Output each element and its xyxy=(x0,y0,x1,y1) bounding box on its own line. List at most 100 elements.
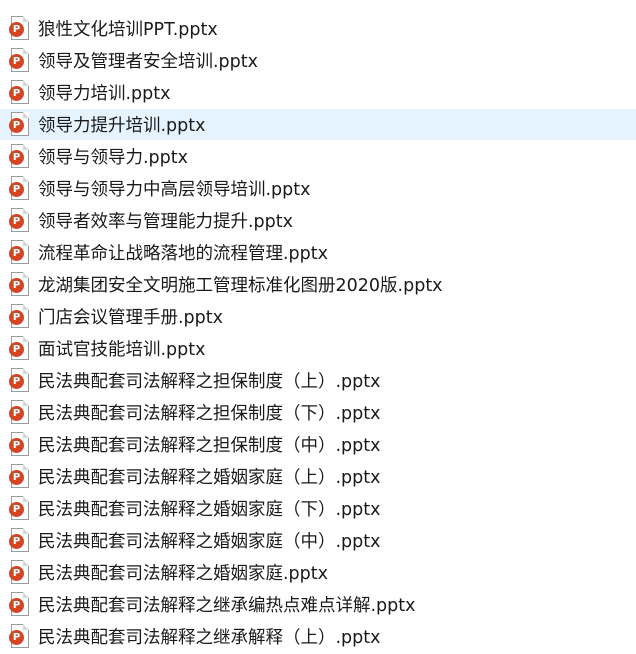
page-fold xyxy=(23,272,29,278)
file-row[interactable]: P 民法典配套司法解释之婚姻家庭（下）.pptx xyxy=(0,493,636,524)
file-row[interactable]: P 领导者效率与管理能力提升.pptx xyxy=(0,205,636,236)
page-fold xyxy=(23,16,29,22)
page-fold xyxy=(23,560,29,566)
powerpoint-file-icon: P xyxy=(9,400,30,425)
pptx-badge: P xyxy=(9,470,24,485)
file-row[interactable]: P 民法典配套司法解释之婚姻家庭（中）.pptx xyxy=(0,525,636,556)
pptx-badge: P xyxy=(9,406,24,421)
page-fold xyxy=(23,368,29,374)
pptx-badge: P xyxy=(9,214,24,229)
powerpoint-file-icon: P xyxy=(9,272,30,297)
powerpoint-file-icon: P xyxy=(9,304,30,329)
page-fold xyxy=(23,304,29,310)
powerpoint-file-icon: P xyxy=(9,48,30,73)
powerpoint-file-icon: P xyxy=(9,624,30,649)
file-row[interactable]: P 民法典配套司法解释之继承解释（上）.pptx xyxy=(0,621,636,652)
powerpoint-file-icon: P xyxy=(9,496,30,521)
pptx-badge: P xyxy=(9,374,24,389)
file-name: 领导者效率与管理能力提升.pptx xyxy=(38,212,293,232)
file-name: 民法典配套司法解释之继承编热点难点详解.pptx xyxy=(38,596,416,616)
file-name: 面试官技能培训.pptx xyxy=(38,340,206,360)
file-name: 民法典配套司法解释之担保制度（上）.pptx xyxy=(38,372,381,392)
pptx-badge: P xyxy=(9,342,24,357)
file-name: 领导力培训.pptx xyxy=(38,84,171,104)
page-fold xyxy=(23,112,29,118)
file-row[interactable]: P 领导与领导力中高层领导培训.pptx xyxy=(0,173,636,204)
powerpoint-file-icon: P xyxy=(9,176,30,201)
pptx-badge: P xyxy=(9,438,24,453)
file-row[interactable]: P 领导与领导力.pptx xyxy=(0,141,636,172)
powerpoint-file-icon: P xyxy=(9,432,30,457)
file-row[interactable]: P 领导及管理者安全培训.pptx xyxy=(0,45,636,76)
file-row[interactable]: P 门店会议管理手册.pptx xyxy=(0,301,636,332)
file-row[interactable]: P 面试官技能培训.pptx xyxy=(0,333,636,364)
page-fold xyxy=(23,240,29,246)
page-fold xyxy=(23,80,29,86)
page-fold xyxy=(23,336,29,342)
page-fold xyxy=(23,528,29,534)
powerpoint-file-icon: P xyxy=(9,144,30,169)
pptx-badge: P xyxy=(9,118,24,133)
file-name: 领导与领导力.pptx xyxy=(38,148,188,168)
powerpoint-file-icon: P xyxy=(9,368,30,393)
file-row[interactable]: P 民法典配套司法解释之担保制度（上）.pptx xyxy=(0,365,636,396)
pptx-badge: P xyxy=(9,86,24,101)
file-row[interactable]: P 流程革命让战略落地的流程管理.pptx xyxy=(0,237,636,268)
file-name: 狼性文化培训PPT.pptx xyxy=(38,20,218,40)
powerpoint-file-icon: P xyxy=(9,208,30,233)
file-row[interactable]: P 民法典配套司法解释之婚姻家庭（上）.pptx xyxy=(0,461,636,492)
page-fold xyxy=(23,592,29,598)
file-row[interactable]: P 领导力提升培训.pptx xyxy=(0,109,636,140)
pptx-badge: P xyxy=(9,22,24,37)
file-row[interactable]: P 领导力培训.pptx xyxy=(0,77,636,108)
file-name: 流程革命让战略落地的流程管理.pptx xyxy=(38,244,328,264)
file-name: 领导力提升培训.pptx xyxy=(38,116,206,136)
powerpoint-file-icon: P xyxy=(9,560,30,585)
file-row[interactable]: P 狼性文化培训PPT.pptx xyxy=(0,13,636,44)
pptx-badge: P xyxy=(9,566,24,581)
pptx-badge: P xyxy=(9,246,24,261)
pptx-badge: P xyxy=(9,150,24,165)
page-fold xyxy=(23,176,29,182)
file-row[interactable]: P 民法典配套司法解释之婚姻家庭.pptx xyxy=(0,557,636,588)
page-fold xyxy=(23,432,29,438)
file-name: 民法典配套司法解释之婚姻家庭.pptx xyxy=(38,564,328,584)
page-fold xyxy=(23,208,29,214)
file-name: 龙湖集团安全文明施工管理标准化图册2020版.pptx xyxy=(38,276,443,296)
pptx-badge: P xyxy=(9,630,24,645)
powerpoint-file-icon: P xyxy=(9,16,30,41)
pptx-badge: P xyxy=(9,502,24,517)
pptx-badge: P xyxy=(9,598,24,613)
page-fold xyxy=(23,48,29,54)
pptx-badge: P xyxy=(9,278,24,293)
file-list: P 狼性文化培训PPT.pptx P 领导及管理者安全培训.pptx P 领导力培训.pp… xyxy=(0,0,636,654)
file-name: 民法典配套司法解释之婚姻家庭（上）.pptx xyxy=(38,468,381,488)
file-name: 民法典配套司法解释之婚姻家庭（中）.pptx xyxy=(38,532,381,552)
pptx-badge: P xyxy=(9,534,24,549)
file-name: 民法典配套司法解释之担保制度（下）.pptx xyxy=(38,404,381,424)
page-fold xyxy=(23,624,29,630)
powerpoint-file-icon: P xyxy=(9,464,30,489)
file-row[interactable]: P 民法典配套司法解释之担保制度（下）.pptx xyxy=(0,397,636,428)
powerpoint-file-icon: P xyxy=(9,592,30,617)
page-fold xyxy=(23,464,29,470)
file-name: 领导与领导力中高层领导培训.pptx xyxy=(38,180,311,200)
page-fold xyxy=(23,400,29,406)
file-name: 领导及管理者安全培训.pptx xyxy=(38,52,258,72)
pptx-badge: P xyxy=(9,310,24,325)
powerpoint-file-icon: P xyxy=(9,528,30,553)
file-row[interactable]: P 民法典配套司法解释之担保制度（中）.pptx xyxy=(0,429,636,460)
file-name: 民法典配套司法解释之担保制度（中）.pptx xyxy=(38,436,381,456)
file-name: 民法典配套司法解释之婚姻家庭（下）.pptx xyxy=(38,500,381,520)
file-name: 门店会议管理手册.pptx xyxy=(38,308,223,328)
powerpoint-file-icon: P xyxy=(9,336,30,361)
powerpoint-file-icon: P xyxy=(9,80,30,105)
page-fold xyxy=(23,496,29,502)
powerpoint-file-icon: P xyxy=(9,112,30,137)
powerpoint-file-icon: P xyxy=(9,240,30,265)
file-row[interactable]: P 龙湖集团安全文明施工管理标准化图册2020版.pptx xyxy=(0,269,636,300)
file-row[interactable]: P 民法典配套司法解释之继承编热点难点详解.pptx xyxy=(0,589,636,620)
file-name: 民法典配套司法解释之继承解释（上）.pptx xyxy=(38,628,381,648)
pptx-badge: P xyxy=(9,54,24,69)
pptx-badge: P xyxy=(9,182,24,197)
